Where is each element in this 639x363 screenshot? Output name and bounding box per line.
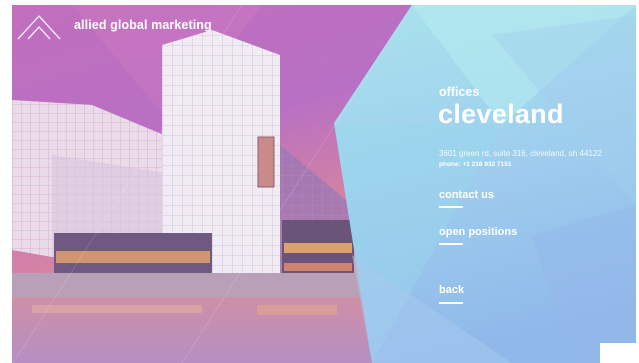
office-phone: phone: +1 216 932 7151	[439, 161, 512, 168]
open-positions-link[interactable]: open positions	[439, 226, 517, 238]
hero-section: allied global marketing offices clevelan…	[12, 5, 636, 363]
diamond-logo-icon[interactable]	[16, 13, 62, 43]
back-link[interactable]: back	[439, 284, 464, 296]
hero-background	[12, 5, 636, 363]
contact-us-link[interactable]: contact us	[439, 189, 494, 201]
offices-heading: offices	[439, 85, 480, 99]
contact-us-underline	[439, 206, 463, 208]
corner-blank	[600, 343, 636, 363]
brand-name[interactable]: allied global marketing	[74, 18, 212, 32]
back-underline	[439, 302, 463, 304]
open-positions-underline	[439, 243, 463, 245]
page: allied global marketing offices clevelan…	[0, 0, 639, 363]
city-title: cleveland	[438, 99, 564, 129]
office-address: 3601 green rd, suite 316, cleveland, oh …	[439, 149, 602, 158]
